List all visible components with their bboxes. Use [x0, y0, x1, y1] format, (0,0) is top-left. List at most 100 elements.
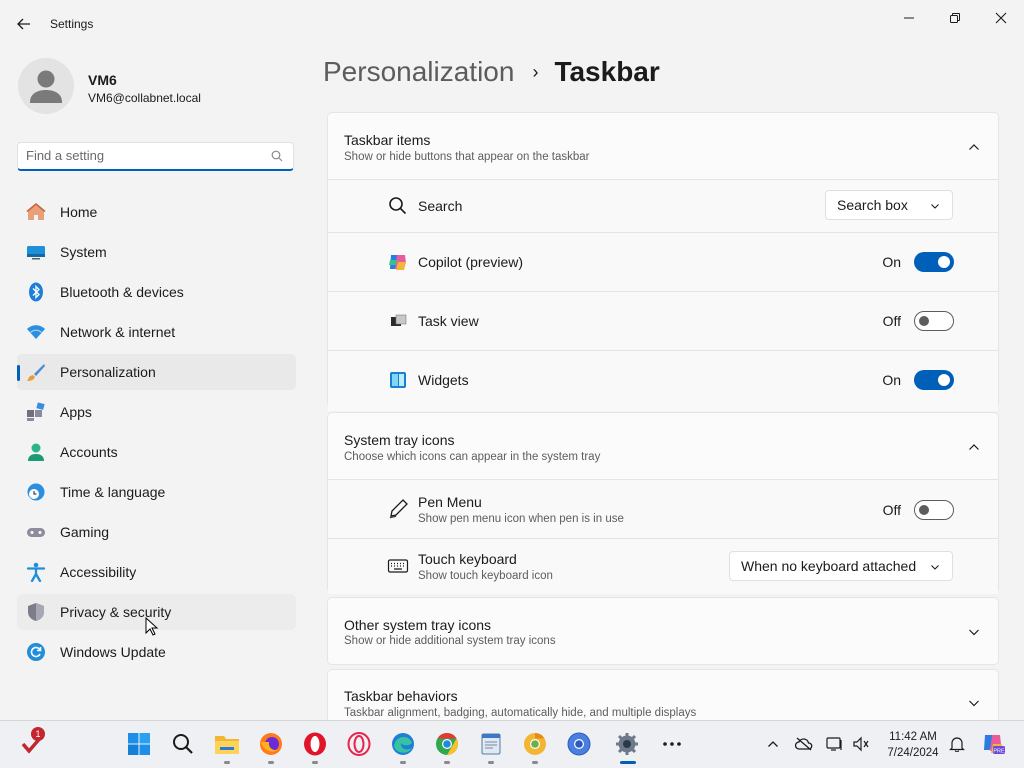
- chevron-down-icon[interactable]: [968, 697, 980, 709]
- sidebar-item-bluetooth[interactable]: Bluetooth & devices: [17, 274, 296, 310]
- opera-gx-button[interactable]: [346, 731, 372, 757]
- pen-menu-toggle[interactable]: [914, 500, 954, 520]
- taskbar-items-section: Taskbar items Show or hide buttons that …: [327, 112, 999, 411]
- sidebar-item-label: Time & language: [60, 484, 166, 500]
- show-hidden-icons-button[interactable]: [764, 735, 782, 753]
- task-view-state-label: Off: [882, 313, 901, 329]
- notepad-icon: [481, 733, 501, 755]
- pen-menu-setting-row: Pen Menu Show pen menu icon when pen is …: [328, 479, 998, 538]
- minimize-button[interactable]: [886, 4, 932, 32]
- chevron-down-icon: [931, 204, 939, 209]
- onedrive-tray-button[interactable]: [795, 735, 813, 753]
- taskbar-behaviors-section[interactable]: Taskbar behaviors Taskbar alignment, bad…: [327, 669, 999, 720]
- search-setting-row: Search Search box: [328, 179, 998, 232]
- back-button[interactable]: [12, 12, 36, 36]
- clock-globe-icon: [27, 483, 45, 501]
- keyboard-icon: [387, 559, 409, 573]
- pen-menu-state-label: Off: [882, 502, 901, 518]
- chevron-down-icon: [931, 565, 939, 570]
- title-bar: Settings: [0, 0, 1024, 48]
- other-tray-header[interactable]: Other system tray icons Show or hide add…: [328, 598, 998, 664]
- search-field[interactable]: [17, 142, 294, 171]
- task-view-setting-label: Task view: [418, 313, 479, 329]
- profile-name: VM6: [88, 72, 117, 88]
- search-icon: [389, 197, 407, 215]
- speaker-muted-icon: [853, 736, 869, 752]
- more-icon: [663, 742, 681, 746]
- clock[interactable]: 11:42 AM 7/24/2024: [880, 729, 946, 761]
- sidebar-item-accounts[interactable]: Accounts: [17, 434, 296, 470]
- clock-date: 7/24/2024: [887, 747, 939, 759]
- search-mode-value: Search box: [837, 197, 908, 213]
- section-description: Taskbar alignment, badging, automaticall…: [344, 707, 697, 719]
- section-description: Show or hide additional system tray icon…: [344, 635, 556, 647]
- start-icon: [128, 733, 150, 755]
- sidebar-item-windows-update[interactable]: Windows Update: [17, 634, 296, 670]
- notepad-button[interactable]: [478, 731, 504, 757]
- copilot-toggle[interactable]: [914, 252, 954, 272]
- chrome-icon: [436, 733, 458, 755]
- wifi-icon: [27, 325, 45, 339]
- running-indicator: [444, 761, 450, 764]
- sidebar-item-system[interactable]: System: [17, 234, 296, 270]
- chevron-up-icon[interactable]: [968, 441, 980, 453]
- page-title: Taskbar: [554, 56, 660, 87]
- taskbar-behaviors-header[interactable]: Taskbar behaviors Taskbar alignment, bad…: [328, 670, 998, 721]
- gamepad-icon: [27, 528, 45, 537]
- sidebar-item-apps[interactable]: Apps: [17, 394, 296, 430]
- widgets-setting-row: Widgets On: [328, 350, 998, 411]
- chrome-canary-button[interactable]: [522, 731, 548, 757]
- copilot-taskbar-button[interactable]: PRE: [980, 731, 1006, 757]
- notifications-button[interactable]: [948, 735, 966, 753]
- settings-icon: [616, 733, 638, 755]
- accessibility-icon: [26, 562, 46, 582]
- copilot-state-label: On: [882, 254, 901, 270]
- search-mode-dropdown[interactable]: Search box: [825, 190, 953, 220]
- volume-tray-button[interactable]: [852, 735, 870, 753]
- copilot-setting-row: Copilot (preview) On: [328, 232, 998, 291]
- chevron-down-icon[interactable]: [968, 626, 980, 638]
- touch-keyboard-dropdown[interactable]: When no keyboard attached: [729, 551, 953, 581]
- sidebar-item-gaming[interactable]: Gaming: [17, 514, 296, 550]
- chevron-up-icon[interactable]: [968, 141, 980, 153]
- restore-button[interactable]: [932, 4, 978, 32]
- task-view-setting-row: Task view Off: [328, 291, 998, 350]
- running-indicator: [312, 761, 318, 764]
- widgets-toggle[interactable]: [914, 370, 954, 390]
- chromium-button[interactable]: [566, 731, 592, 757]
- other-tray-section[interactable]: Other system tray icons Show or hide add…: [327, 597, 999, 665]
- widgets-setting-label: Widgets: [418, 372, 469, 388]
- sidebar-item-time-language[interactable]: Time & language: [17, 474, 296, 510]
- close-icon: [995, 12, 1007, 24]
- more-apps-button[interactable]: [659, 731, 685, 757]
- close-button[interactable]: [978, 4, 1024, 32]
- section-title: Taskbar behaviors: [344, 688, 458, 704]
- start-button[interactable]: [126, 731, 152, 757]
- task-view-toggle[interactable]: [914, 311, 954, 331]
- search-input[interactable]: [26, 148, 266, 163]
- section-title: System tray icons: [344, 432, 455, 448]
- taskbar-items-header[interactable]: Taskbar items Show or hide buttons that …: [328, 113, 998, 179]
- system-tray-header[interactable]: System tray icons Choose which icons can…: [328, 413, 998, 479]
- copilot-setting-label: Copilot (preview): [418, 254, 524, 270]
- opera-button[interactable]: [302, 731, 328, 757]
- running-indicator: [224, 761, 230, 764]
- firefox-icon: [260, 733, 282, 755]
- sidebar-item-network[interactable]: Network & internet: [17, 314, 296, 350]
- breadcrumb-parent[interactable]: Personalization: [323, 56, 514, 88]
- opera-gx-icon: [347, 732, 371, 756]
- firefox-button[interactable]: [258, 731, 284, 757]
- sidebar-item-accessibility[interactable]: Accessibility: [17, 554, 296, 590]
- network-tray-button[interactable]: [826, 735, 844, 753]
- edge-icon: [392, 733, 414, 755]
- settings-taskbar-button[interactable]: [614, 731, 640, 757]
- sidebar-item-personalization[interactable]: Personalization: [17, 354, 296, 390]
- sidebar-item-home[interactable]: Home: [17, 194, 296, 230]
- profile-email: VM6@collabnet.local: [88, 91, 201, 105]
- file-explorer-button[interactable]: [214, 731, 240, 757]
- avatar[interactable]: [18, 58, 74, 114]
- chrome-button[interactable]: [434, 731, 460, 757]
- edge-button[interactable]: [390, 731, 416, 757]
- taskbar-search-button[interactable]: [170, 731, 196, 757]
- running-indicator: [268, 761, 274, 764]
